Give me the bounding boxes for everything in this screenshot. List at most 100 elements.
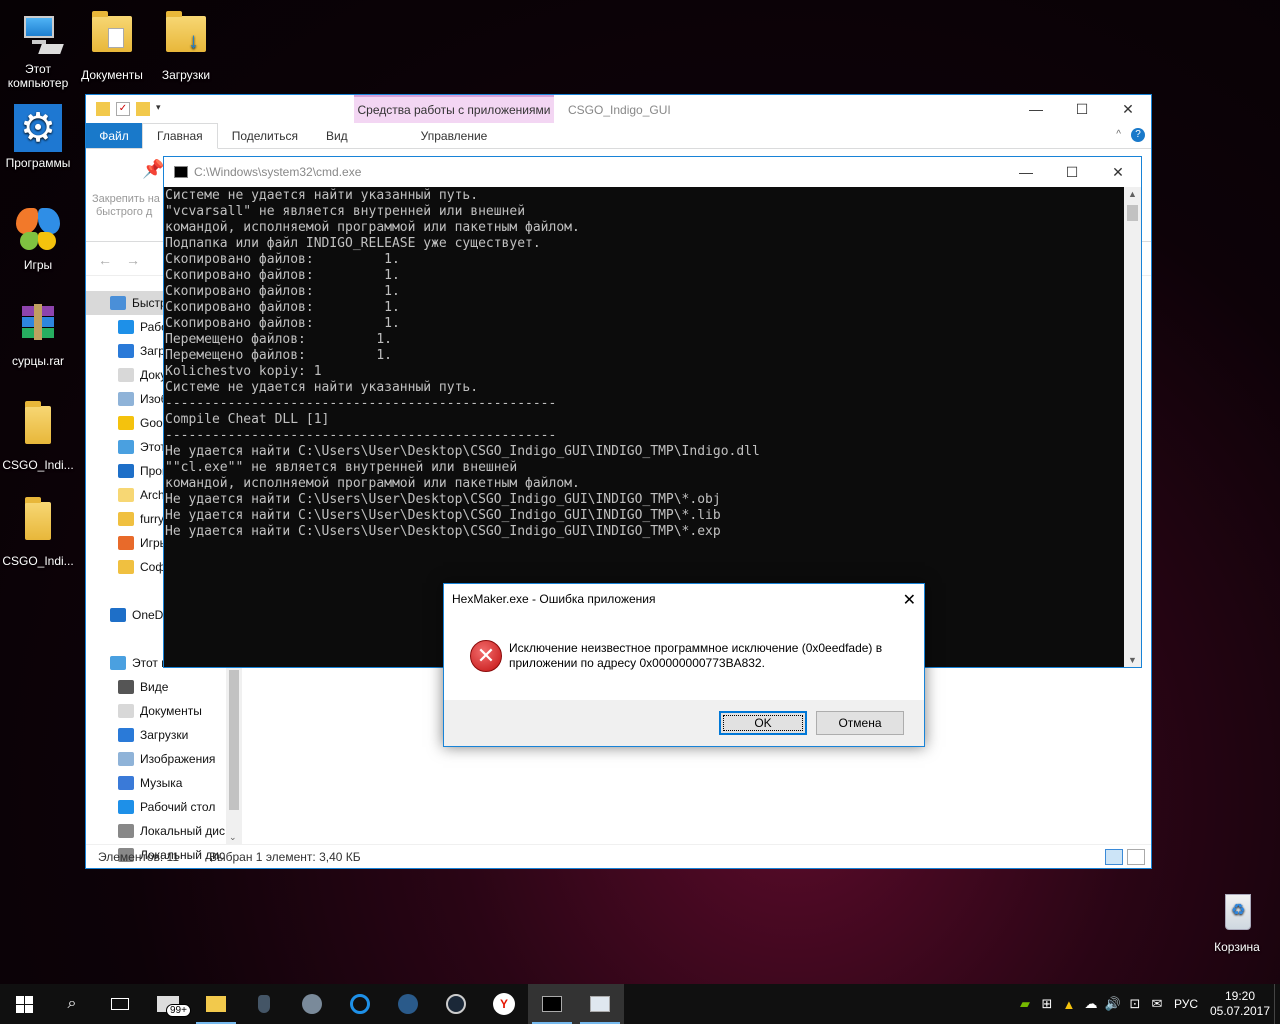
tab-manage[interactable]: Управление [354,123,554,148]
scroll-up-icon[interactable]: ▲ [1124,189,1141,199]
nvidia-icon[interactable]: ▰ [1014,996,1036,1012]
desktop-icon-label: Этот компьютер [7,62,69,90]
nav-item[interactable]: Виде [86,675,242,699]
minimize-button[interactable]: — [1013,95,1059,123]
scroll-down-icon[interactable]: ⌄ [229,832,237,843]
cancel-button[interactable]: Отмена [816,711,904,735]
nav-item[interactable]: Локальный дис [86,819,242,843]
tab-file[interactable]: Файл [86,123,142,148]
properties-icon[interactable]: ✓ [116,102,130,116]
desktop-icon-csgo-1[interactable]: CSGO_Indi... [0,400,76,472]
nav-item[interactable]: Музыка [86,771,242,795]
pin-icon[interactable]: 📌 [142,159,164,180]
taskbar-app-ccleaner[interactable] [336,984,384,1024]
tab-share[interactable]: Поделиться [218,123,312,148]
maximize-button[interactable]: ☐ [1059,95,1105,123]
close-button[interactable]: ✕ [1095,157,1141,187]
explorer-titlebar[interactable]: ✓ ▾ Средства работы с приложениями CSGO_… [86,95,1151,123]
nav-item-icon [118,488,134,502]
nav-item-label: Музыка [140,776,183,790]
quick-access-toolbar: ✓ ▾ [86,102,170,116]
cmd-scrollbar[interactable]: ▲ ▼ [1124,187,1141,667]
nav-item[interactable]: Документы [86,699,242,723]
taskbar-app-steam[interactable] [432,984,480,1024]
close-icon[interactable]: ✕ [903,590,916,610]
nav-item[interactable]: Загрузки [86,723,242,747]
clock-date: 05.07.2017 [1209,1004,1271,1018]
close-button[interactable]: ✕ [1105,95,1151,123]
maximize-button[interactable]: ☐ [1049,157,1095,187]
desktop-icon-games[interactable]: Игры [0,206,76,272]
clock[interactable]: 19:20 05.07.2017 [1206,989,1274,1019]
ribbon-collapse-icon[interactable]: ^ [1116,129,1121,140]
taskbar-app-mail[interactable]: 99+ [144,984,192,1024]
dialog-footer: OK Отмена [444,700,924,746]
ok-button[interactable]: OK [719,711,807,735]
nav-item-icon [118,368,134,382]
minimize-button[interactable]: — [1003,157,1049,187]
nav-item-label: furry [140,512,164,526]
nav-item-icon [118,584,134,598]
task-view-button[interactable] [96,984,144,1024]
desktop-icon-documents[interactable]: Документы [74,10,150,82]
nav-item-label: Загрузки [140,728,189,742]
folder-icon [206,996,226,1012]
taskbar-app-cmd[interactable] [528,984,576,1024]
search-button[interactable]: ⌕ [48,984,96,1024]
dialog-body: ✕ Исключение неизвестное программное иск… [444,614,924,700]
scrollbar-thumb[interactable] [229,670,239,810]
error-dialog[interactable]: HexMaker.exe - Ошибка приложения ✕ ✕ Иск… [443,583,925,747]
desktop-icon-programs[interactable]: ⚙ Программы [0,104,76,170]
nav-item-label: Arch [140,488,165,502]
tab-home[interactable]: Главная [142,123,218,149]
new-folder-icon[interactable] [136,102,150,116]
back-icon[interactable]: ← [98,252,112,268]
onedrive-icon[interactable]: ☁ [1080,996,1102,1012]
taskbar-app-hexmaker[interactable] [576,984,624,1024]
pin-quick-access-label[interactable]: Закрепить на быстрого д [92,193,160,219]
nav-item-icon [118,752,134,766]
nav-item-icon [110,656,126,670]
taskbar-app-yandex[interactable]: Y [480,984,528,1024]
msn-butterfly-icon [14,206,62,254]
cmd-titlebar[interactable]: C:\Windows\system32\cmd.exe — ☐ ✕ [164,157,1141,187]
network-adapter-icon[interactable]: ⊞ [1036,996,1058,1012]
large-icons-view-icon[interactable] [1127,849,1145,865]
gear-icon: ⚙ [14,104,62,152]
taskbar: ⌕ 99+ Y ▰ ⊞ ▲ ☁ 🔊 ⊡ ✉ РУС 19:20 05.07.20… [0,984,1280,1024]
scrollbar-thumb[interactable] [1127,205,1138,221]
google-drive-icon[interactable]: ▲ [1058,997,1080,1012]
network-icon[interactable]: ⊡ [1124,996,1146,1012]
nav-item-icon [118,536,134,550]
pin-label-line: быстрого д [96,206,153,218]
teamspeak-icon [398,994,418,1014]
scroll-down-icon[interactable]: ▼ [1124,655,1141,665]
taskbar-app-lock[interactable] [288,984,336,1024]
desktop-icon-this-pc[interactable]: Этот компьютер [0,10,76,90]
show-desktop-button[interactable] [1274,984,1280,1024]
help-icon[interactable]: ? [1131,128,1145,142]
volume-icon[interactable]: 🔊 [1102,996,1124,1012]
desktop-icon-csgo-2[interactable]: CSGO_Indi... [0,496,76,568]
nav-item[interactable]: Изображения [86,747,242,771]
nav-item[interactable]: Рабочий стол [86,795,242,819]
start-button[interactable] [0,984,48,1024]
forward-icon[interactable]: → [126,252,140,268]
taskbar-app-teamspeak[interactable] [384,984,432,1024]
message-icon[interactable]: ✉ [1146,996,1168,1012]
details-view-icon[interactable] [1105,849,1123,865]
dialog-titlebar[interactable]: HexMaker.exe - Ошибка приложения ✕ [444,584,924,614]
search-icon: ⌕ [67,995,77,1012]
taskbar-app-bluetooth[interactable] [240,984,288,1024]
folder-icon[interactable] [96,102,110,116]
chevron-down-icon[interactable]: ▾ [156,102,170,116]
nav-item-icon [118,776,134,790]
desktop-icon-downloads[interactable]: ↓ Загрузки [148,10,224,82]
language-indicator[interactable]: РУС [1174,997,1198,1011]
pin-label-line: Закрепить на [92,193,160,205]
taskbar-app-explorer[interactable] [192,984,240,1024]
desktop-icon-recycle-bin[interactable]: ♻ Корзина [1199,888,1275,954]
winrar-archive-icon [14,302,62,350]
desktop-icon-rar[interactable]: сурцы.rar [0,302,76,368]
lock-icon [302,994,322,1014]
